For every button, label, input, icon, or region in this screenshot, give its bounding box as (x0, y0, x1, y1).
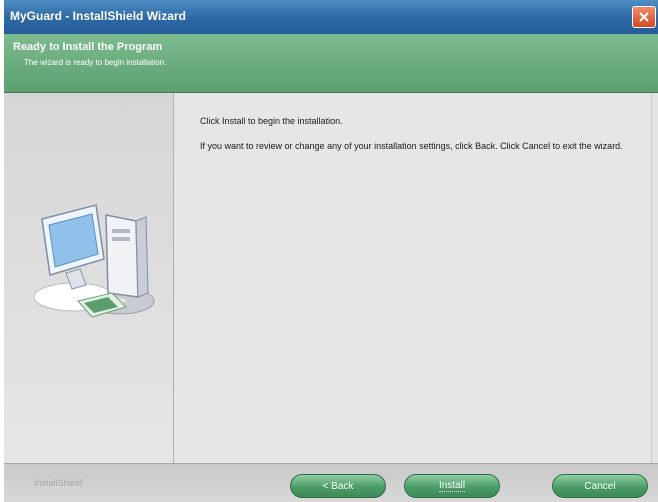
button-bar: InstallShield < Back Install Cancel (4, 463, 658, 502)
install-button-label: Install (438, 480, 466, 492)
content-panel: Click Install to begin the installation.… (174, 93, 652, 463)
install-button[interactable]: Install (404, 474, 500, 498)
instruction-text: Click Install to begin the installation. (200, 116, 343, 126)
installshield-brand: InstallShield (34, 478, 83, 488)
close-icon (639, 12, 649, 22)
cancel-button-label: Cancel (584, 480, 616, 492)
window-title: MyGuard - InstallShield Wizard (10, 9, 186, 23)
installer-window: MyGuard - InstallShield Wizard Ready to … (4, 0, 658, 502)
computer-installer-illustration (33, 204, 155, 318)
cancel-button[interactable]: Cancel (552, 474, 648, 498)
header-title: Ready to Install the Program (13, 41, 163, 53)
back-button[interactable]: < Back (290, 474, 386, 498)
title-bar[interactable]: MyGuard - InstallShield Wizard (4, 0, 658, 34)
left-illustration-panel (4, 93, 174, 463)
back-button-label: < Back (322, 480, 354, 492)
wizard-header: Ready to Install the Program The wizard … (4, 34, 658, 93)
review-instructions-text: If you want to review or change any of y… (200, 141, 623, 151)
close-button[interactable] (632, 6, 656, 28)
header-subtitle: The wizard is ready to begin installatio… (24, 58, 167, 67)
